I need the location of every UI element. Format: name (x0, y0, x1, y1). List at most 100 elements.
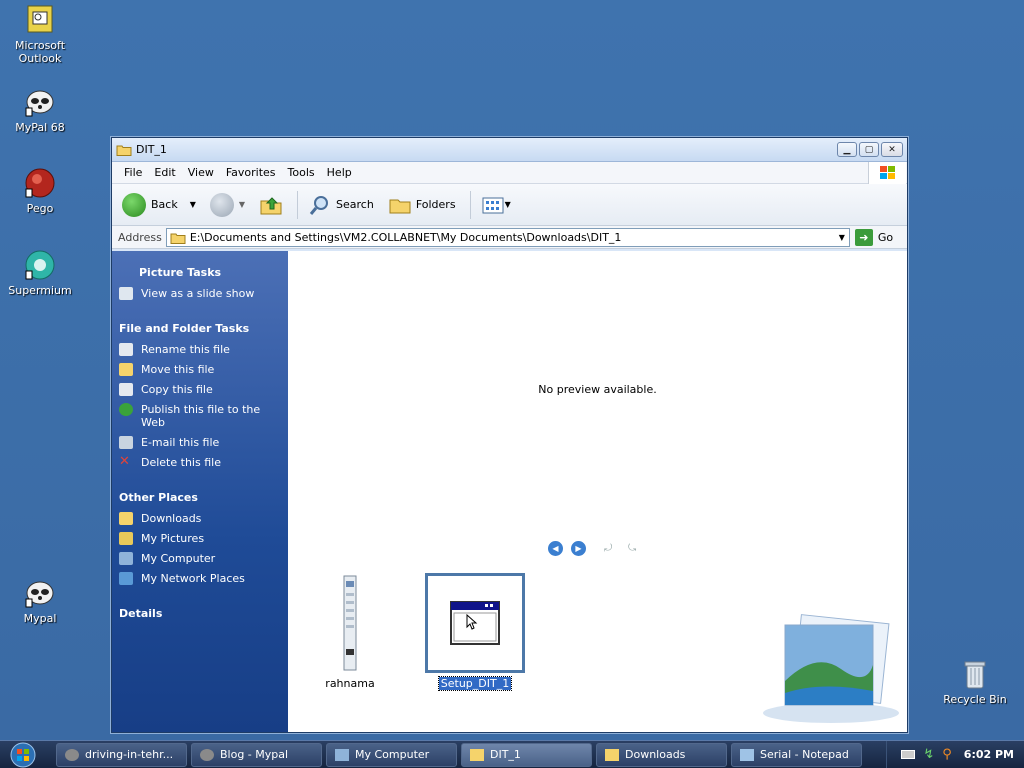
forward-button[interactable]: ▼ (209, 192, 245, 217)
rotate-counterclockwise-button[interactable]: ⤿ (628, 543, 644, 555)
place-label: My Computer (141, 552, 216, 565)
desktop-icon-recycle-bin[interactable]: Recycle Bin (935, 658, 1015, 706)
desktop: Microsoft Outlook MyPal 68 Pego Supermiu… (0, 0, 1024, 740)
taskbar-item-dit1[interactable]: DIT_1 (461, 742, 592, 767)
folders-icon (389, 199, 411, 213)
address-input[interactable]: E:\Documents and Settings\VM2.COLLABNET\… (165, 227, 850, 247)
desktop-icon-pego[interactable]: Pego (0, 167, 80, 215)
application-window-icon (450, 601, 500, 645)
desktop-icon-label: Mypal (23, 612, 57, 625)
explorer-window: DIT_1 ▁ ▢ ✕ File Edit View Favorites Too… (111, 137, 908, 733)
menu-view[interactable]: View (182, 166, 220, 179)
minimize-button[interactable]: ▁ (837, 142, 857, 157)
task-copy[interactable]: Copy this file (119, 383, 282, 396)
address-label: Address (118, 230, 162, 244)
chevron-down-icon[interactable]: ▼ (239, 200, 245, 209)
other-places-group: Other Places Downloads My Pictures My Co… (119, 491, 282, 585)
go-label: Go (877, 230, 894, 244)
toolbar-separator (297, 190, 299, 219)
task-label: E-mail this file (141, 436, 220, 449)
task-move[interactable]: Move this file (119, 363, 282, 376)
copy-icon (119, 383, 133, 396)
task-delete[interactable]: ✕ Delete this file (119, 455, 282, 469)
keyboard-icon[interactable] (901, 750, 916, 759)
desktop-icon-outlook[interactable]: Microsoft Outlook (0, 4, 80, 65)
taskbar-item-my-computer[interactable]: My Computer (326, 742, 457, 767)
pego-icon (24, 167, 56, 199)
place-my-network[interactable]: My Network Places (119, 572, 282, 585)
task-rename[interactable]: Rename this file (119, 343, 282, 356)
window-content: Picture Tasks View as a slide show File … (112, 251, 907, 732)
raccoon-icon (200, 748, 214, 761)
folders-button[interactable]: Folders (388, 195, 456, 215)
task-label: Rename this file (141, 343, 230, 356)
chevron-down-icon[interactable]: ▼ (835, 233, 849, 242)
chevron-down-icon[interactable]: ▼ (505, 200, 511, 209)
picture-tasks-group: Picture Tasks View as a slide show (119, 266, 282, 300)
file-thumbnail[interactable]: rahnama (300, 573, 400, 690)
desktop-icon-mypal68[interactable]: MyPal 68 (0, 86, 80, 134)
search-button[interactable]: Search (308, 194, 374, 216)
next-image-button[interactable]: ▶ (571, 541, 586, 556)
preview-message: No preview available. (538, 383, 657, 396)
desktop-icon-mypal[interactable]: Mypal (0, 577, 80, 625)
thumbnail-frame (425, 573, 525, 673)
details-group[interactable]: Details (119, 607, 282, 620)
menu-edit[interactable]: Edit (148, 166, 181, 179)
task-publish[interactable]: Publish this file to the Web (119, 403, 282, 429)
taskbar-item-blog[interactable]: Blog - Mypal (191, 742, 322, 767)
file-thumbnail-selected[interactable]: Setup_DIT_1 (425, 573, 525, 691)
folder-icon (470, 748, 484, 761)
task-email[interactable]: E-mail this file (119, 436, 282, 449)
folder-icon (605, 748, 619, 761)
start-button[interactable] (8, 742, 42, 768)
taskbar-item-notepad[interactable]: Serial - Notepad (731, 742, 862, 767)
title-bar[interactable]: DIT_1 ▁ ▢ ✕ (112, 138, 907, 162)
desktop-icon-supermium[interactable]: Supermium (0, 249, 80, 297)
task-view-slideshow[interactable]: View as a slide show (119, 287, 282, 300)
next-icon: ▶ (575, 544, 582, 553)
views-button[interactable]: ▼ (481, 195, 511, 215)
taskbar-label: Serial - Notepad (760, 748, 849, 761)
pictures-folder-icon (119, 532, 133, 545)
place-my-computer[interactable]: My Computer (119, 552, 282, 565)
up-folder-button[interactable] (259, 194, 283, 216)
desktop-icon-label: MyPal 68 (15, 121, 65, 134)
clock[interactable]: 6:02 PM (964, 748, 1014, 761)
rotate-clockwise-button[interactable]: ⤾ (604, 543, 620, 555)
toolbar-image-icon (343, 575, 357, 671)
globe-icon (119, 403, 133, 416)
computer-icon (335, 748, 349, 761)
address-bar: Address E:\Documents and Settings\VM2.CO… (112, 226, 907, 249)
previous-icon: ◀ (552, 544, 559, 553)
move-icon (119, 363, 133, 376)
go-button[interactable]: ➜ Go (854, 228, 894, 246)
menu-tools[interactable]: Tools (282, 166, 321, 179)
previous-image-button[interactable]: ◀ (548, 541, 563, 556)
rotate-ccw-icon: ⤿ (628, 542, 637, 554)
place-my-pictures[interactable]: My Pictures (119, 532, 282, 545)
task-pane: Picture Tasks View as a slide show File … (112, 251, 288, 732)
windows-logo-icon (868, 162, 906, 184)
taskbar-item-downloads[interactable]: Downloads (596, 742, 727, 767)
rotate-cw-icon: ⤾ (604, 542, 613, 554)
menu-help[interactable]: Help (321, 166, 358, 179)
place-downloads[interactable]: Downloads (119, 512, 282, 525)
filmstrip-view: No preview available. ◀ ▶ ⤾ ⤿ rahnama Se… (288, 251, 907, 732)
thumbnail-frame (300, 573, 400, 673)
maximize-button[interactable]: ▢ (859, 142, 879, 157)
search-icon[interactable]: ⚲ (942, 747, 952, 762)
picture-tasks-title: Picture Tasks (139, 266, 222, 279)
maximize-icon: ▢ (864, 144, 874, 155)
windows-start-icon (10, 742, 36, 767)
taskbar-label: My Computer (355, 748, 430, 761)
network-icon[interactable]: ↯ (923, 747, 934, 762)
taskbar-item-driving[interactable]: driving-in-tehr... (56, 742, 187, 767)
filmstrip-controls: ◀ ▶ ⤾ ⤿ (548, 541, 644, 556)
close-button[interactable]: ✕ (881, 142, 903, 157)
chevron-down-icon[interactable]: ▼ (190, 200, 196, 209)
task-label: Move this file (141, 363, 215, 376)
menu-favorites[interactable]: Favorites (220, 166, 282, 179)
menu-file[interactable]: File (118, 166, 148, 179)
back-button[interactable]: Back ▼ (122, 192, 196, 217)
